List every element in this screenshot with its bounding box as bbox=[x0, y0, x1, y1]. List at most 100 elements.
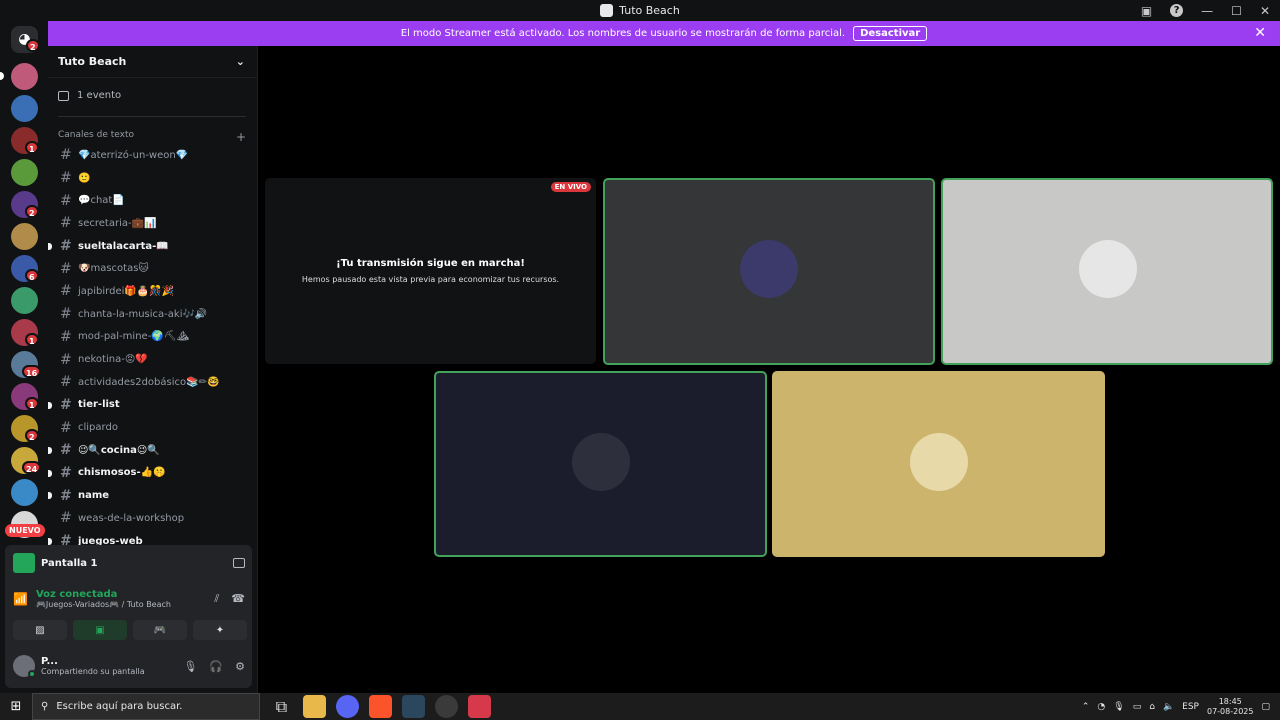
microphone-icon[interactable]: 🎙 bbox=[183, 660, 197, 673]
inbox-icon[interactable]: ▣ bbox=[1141, 4, 1152, 18]
server-icon[interactable] bbox=[11, 95, 38, 122]
events-row[interactable]: 1 evento bbox=[58, 90, 121, 101]
live-badge: EN VIVO bbox=[550, 182, 591, 192]
taskbar-search[interactable]: ⚲ Escribe aquí para buscar. bbox=[32, 693, 260, 720]
channel-name: nekotina-😡💔 bbox=[78, 354, 148, 366]
unread-indicator bbox=[48, 446, 52, 454]
channel-item[interactable]: # tier-list bbox=[48, 394, 258, 417]
server-badge: 1 bbox=[25, 397, 39, 410]
category-text-channels[interactable]: Canales de texto + bbox=[58, 130, 246, 144]
channel-item[interactable]: # japibirdei🎁🎂🎊🎉 bbox=[48, 280, 258, 303]
screen-icon: ▣ bbox=[95, 624, 105, 636]
microphone-icon[interactable]: 🎙 bbox=[1113, 702, 1124, 712]
voice-connected-label[interactable]: Voz conectada bbox=[36, 589, 171, 600]
system-tray: ⌃ ◔ 🎙 ▭ ⌂ 🔈 ESP 18:45 07-08-2025 ▢ bbox=[1082, 693, 1270, 720]
disconnect-icon[interactable]: ☎ bbox=[231, 592, 245, 606]
user-name: P... bbox=[41, 656, 58, 667]
server-icon[interactable] bbox=[11, 287, 38, 314]
channel-item[interactable]: # 🙂 bbox=[48, 167, 258, 190]
help-icon[interactable]: ? bbox=[1170, 4, 1184, 17]
voice-status: 📶 Voz conectada 🎮Juegos-Variados🎮 / Tuto… bbox=[13, 589, 245, 609]
camera-button[interactable]: ▨ bbox=[13, 620, 67, 640]
channel-item[interactable]: # nekotina-😡💔 bbox=[48, 348, 258, 371]
avatar[interactable] bbox=[13, 655, 36, 678]
plus-icon[interactable]: + bbox=[236, 130, 246, 144]
notifications-icon[interactable]: ▢ bbox=[1261, 702, 1270, 712]
channel-item[interactable]: # weas-de-la-workshop bbox=[48, 507, 258, 530]
battery-icon[interactable]: ▭ bbox=[1133, 702, 1142, 712]
obs-icon[interactable] bbox=[435, 695, 458, 718]
channel-item[interactable]: # 💬chat📄 bbox=[48, 189, 258, 212]
stream-paused-subtitle: Hemos pausado esta vista previa para eco… bbox=[301, 275, 560, 284]
voice-actions: ▨ ▣ 🎮 ✦ bbox=[13, 620, 247, 640]
voice-channel-label[interactable]: 🎮Juegos-Variados🎮 / Tuto Beach bbox=[36, 600, 171, 609]
close-icon[interactable]: ✕ bbox=[1254, 25, 1266, 41]
windows-start-icon[interactable]: ⊞ bbox=[0, 693, 32, 720]
hash-icon: # bbox=[60, 396, 72, 413]
gamepad-icon: 🎮 bbox=[153, 624, 167, 636]
avatar bbox=[740, 240, 798, 298]
stream-preview-tile[interactable]: EN VIVO ¡Tu transmisión sigue en marcha!… bbox=[265, 178, 596, 364]
stop-stream-icon[interactable] bbox=[233, 558, 245, 568]
channel-item[interactable]: # 😉🔍cocina😉🔍 bbox=[48, 439, 258, 462]
soundboard-button[interactable]: ✦ bbox=[193, 620, 247, 640]
new-pill[interactable]: NUEVO bbox=[5, 524, 45, 537]
maximize-button[interactable]: ☐ bbox=[1231, 4, 1242, 18]
unread-indicator bbox=[48, 469, 52, 477]
chevron-up-icon[interactable]: ⌃ bbox=[1082, 702, 1090, 712]
search-placeholder: Escribe aquí para buscar. bbox=[56, 701, 183, 712]
hash-icon: # bbox=[60, 238, 72, 255]
brave-browser-icon[interactable] bbox=[369, 695, 392, 718]
deactivate-button[interactable]: Desactivar bbox=[853, 26, 928, 41]
close-window-button[interactable]: ✕ bbox=[1260, 4, 1270, 18]
clock[interactable]: 18:45 07-08-2025 bbox=[1207, 697, 1254, 717]
participant-tile[interactable] bbox=[603, 178, 935, 365]
language-indicator[interactable]: ESP bbox=[1182, 702, 1199, 712]
channel-item[interactable]: # actividades2dobásico📚✏🤓 bbox=[48, 371, 258, 394]
steam-icon[interactable] bbox=[402, 695, 425, 718]
channel-item[interactable]: # 🐶mascotas🐱 bbox=[48, 257, 258, 280]
unread-indicator bbox=[48, 537, 52, 545]
participant-tile[interactable] bbox=[772, 371, 1105, 557]
server-header[interactable]: Tuto Beach ⌄ bbox=[48, 46, 257, 78]
volume-icon[interactable]: 🔈 bbox=[1163, 702, 1174, 712]
server-icon[interactable] bbox=[11, 223, 38, 250]
channel-item[interactable]: # chismosos-👍🤫 bbox=[48, 462, 258, 485]
headphones-icon[interactable]: 🎧 bbox=[209, 660, 223, 673]
status-indicator bbox=[28, 670, 36, 678]
clock-date: 07-08-2025 bbox=[1206, 706, 1254, 716]
channel-item[interactable]: # secretaria-💼📊 bbox=[48, 212, 258, 235]
channel-item[interactable]: # 💎aterrizó-un-weon💎 bbox=[48, 144, 258, 167]
gear-icon[interactable]: ⚙ bbox=[235, 660, 245, 673]
minimize-button[interactable]: — bbox=[1201, 4, 1213, 18]
app-icon[interactable] bbox=[468, 695, 491, 718]
screen-share-button[interactable]: ▣ bbox=[73, 620, 127, 640]
events-label: 1 evento bbox=[77, 90, 122, 101]
server-icon[interactable] bbox=[11, 159, 38, 186]
channel-name: japibirdei🎁🎂🎊🎉 bbox=[78, 285, 175, 297]
unread-indicator bbox=[48, 242, 52, 250]
server-icon[interactable] bbox=[11, 479, 38, 506]
channel-name: 💬chat📄 bbox=[78, 195, 125, 207]
activities-button[interactable]: 🎮 bbox=[133, 620, 187, 640]
channel-item[interactable]: # mod-pal-mine-🌍⛏⛰ bbox=[48, 326, 258, 349]
participant-tile[interactable] bbox=[434, 371, 767, 557]
tray-app-icon[interactable]: ◔ bbox=[1097, 702, 1105, 712]
network-icon[interactable]: ⌂ bbox=[1149, 702, 1155, 712]
discord-taskbar-icon[interactable] bbox=[336, 695, 359, 718]
channel-item[interactable]: # chanta-la-musica-aki🎶🔊 bbox=[48, 303, 258, 326]
avatar bbox=[910, 433, 968, 491]
channel-item[interactable]: # clipardo bbox=[48, 416, 258, 439]
channel-name: name bbox=[78, 490, 110, 502]
channel-item[interactable]: # sueltalacarta-📖 bbox=[48, 235, 258, 258]
hash-icon: # bbox=[60, 170, 72, 187]
channel-item[interactable]: # name bbox=[48, 484, 258, 507]
file-explorer-icon[interactable] bbox=[303, 695, 326, 718]
server-badge: 1 bbox=[25, 141, 39, 154]
window-title: Tuto Beach bbox=[619, 4, 680, 17]
participant-tile[interactable] bbox=[941, 178, 1273, 365]
task-view-icon[interactable]: ⧉ bbox=[270, 695, 293, 718]
streamer-mode-banner: El modo Streamer está activado. Los nomb… bbox=[48, 21, 1280, 46]
server-icon[interactable] bbox=[11, 63, 38, 90]
noise-suppression-icon[interactable]: ⫽ bbox=[214, 592, 219, 606]
